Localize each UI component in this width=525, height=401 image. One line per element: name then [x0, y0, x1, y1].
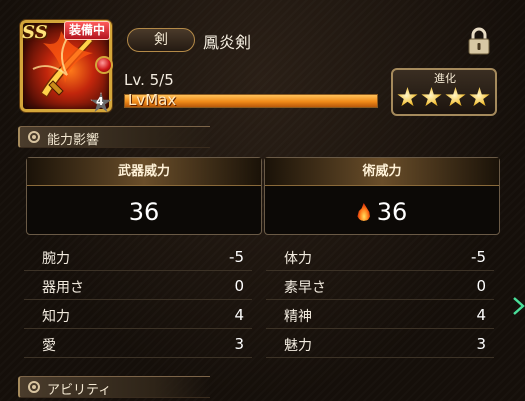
- stat-label: 素早さ: [284, 280, 326, 296]
- next-arrow-icon[interactable]: [512, 294, 525, 318]
- stat-row: 知力 4: [24, 301, 252, 329]
- stat-label: 腕力: [42, 251, 70, 267]
- stat-value: 4: [234, 306, 244, 324]
- lock-icon[interactable]: [466, 26, 492, 56]
- stat-value: 0: [234, 277, 244, 295]
- lv-max-label: LvMax: [128, 91, 177, 109]
- stat-row: 体力 -5: [266, 243, 494, 271]
- magic-power-label: 術威力: [265, 158, 499, 186]
- evolution-star-icon: [469, 87, 490, 107]
- level-label: Lv. 5/5: [124, 71, 174, 89]
- weapon-power-value: 36: [128, 198, 160, 226]
- magic-power-box: 術威力 36: [264, 157, 500, 235]
- evolution-stars: [397, 87, 493, 111]
- weapon-power-box: 武器威力 36: [26, 157, 262, 235]
- evolution-star-icon: [421, 87, 442, 107]
- equipped-badge: 装備中: [64, 21, 111, 40]
- weapon-power-label: 武器威力: [27, 158, 261, 186]
- category-badge: 剣: [127, 28, 195, 52]
- stat-row: 愛3: [24, 330, 252, 358]
- stat-label: 魅力: [284, 338, 312, 354]
- stat-label: 器用さ: [42, 280, 84, 296]
- section-title: 能力影響: [47, 133, 100, 148]
- item-name: 鳳炎剣: [203, 33, 252, 52]
- evolution-star-icon: [397, 87, 418, 107]
- target-icon: [28, 131, 40, 143]
- stat-row: 腕力 -5: [24, 243, 252, 271]
- magic-power-value: 36: [376, 198, 408, 226]
- stat-value: 3: [234, 335, 244, 353]
- evolution-star-icon: [445, 87, 466, 107]
- section-header-ability-effects: 能力影響: [18, 126, 210, 148]
- evolution-label: 進化: [434, 72, 456, 85]
- rank-badge: SS: [22, 22, 48, 43]
- target-icon: [28, 381, 40, 393]
- stat-row: 器用さ 0: [24, 272, 252, 300]
- magic-power-line: 36: [265, 198, 499, 226]
- stat-row: 素早さ 0: [266, 272, 494, 300]
- stat-value: 4: [476, 306, 486, 324]
- stat-label: 愛: [42, 338, 56, 354]
- stat-row: 精神 4: [266, 301, 494, 329]
- section-title: アビリティ: [47, 383, 112, 398]
- stat-row: 魅力 3: [266, 330, 494, 358]
- stat-label: 知力: [42, 309, 70, 325]
- stat-value: -5: [471, 248, 486, 266]
- stat-value: -5: [229, 248, 244, 266]
- stat-value: 0: [476, 277, 486, 295]
- section-header-abilities: アビリティ: [18, 376, 210, 398]
- gem-icon: [95, 56, 113, 74]
- stat-value: 3: [476, 335, 486, 353]
- stat-label: 体力: [284, 251, 312, 267]
- stat-label: 精神: [284, 309, 312, 325]
- star-level-value: 4: [96, 95, 104, 108]
- fire-icon: [357, 203, 371, 221]
